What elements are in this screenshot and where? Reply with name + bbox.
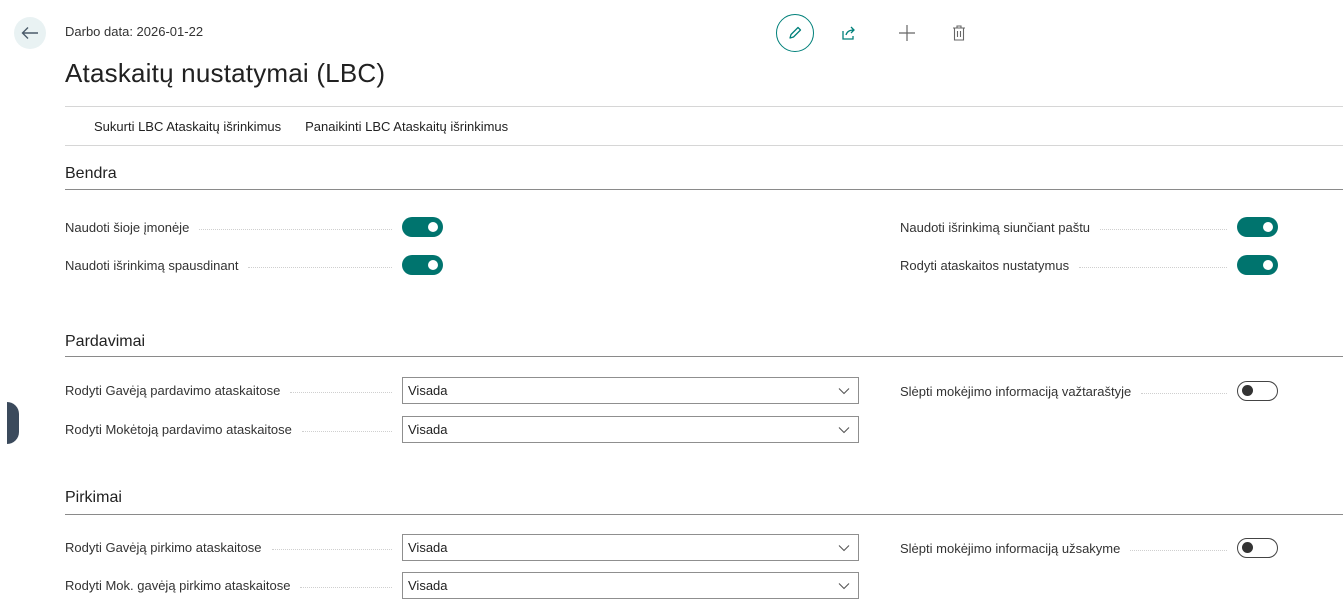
dotted-leader [1079,266,1227,268]
section-title-sales[interactable]: Pardavimai [65,333,145,351]
field-use-in-company: Naudoti šioje įmonėje [65,215,443,239]
dotted-leader [290,392,392,393]
new-button[interactable] [888,14,926,52]
arrow-left-icon [21,27,38,39]
field-use-selection-printing: Naudoti išrinkimą spausdinant [65,253,443,277]
edit-button[interactable] [776,14,814,52]
dotted-leader [248,266,392,268]
sales-show-payer-select[interactable]: Visada [402,416,859,443]
field-label: Naudoti šioje įmonėje [65,219,190,235]
chevron-down-icon [838,582,850,589]
sales-show-recipient-select[interactable]: Visada [402,377,859,404]
sales-hide-payment-info-toggle[interactable] [1237,381,1278,401]
back-button[interactable] [14,17,46,49]
field-label: Rodyti Mokėtoją pardavimo ataskaitose [65,422,292,437]
field-purchases-show-recipient: Rodyti Gavėją pirkimo ataskaitose Visada [65,534,859,561]
select-value: Visada [408,383,448,398]
field-label: Naudoti išrinkimą siunčiant paštu [900,219,1091,235]
delete-button[interactable] [940,14,978,52]
dotted-leader [301,431,392,432]
purchases-show-recipient-select[interactable]: Visada [402,534,859,561]
use-selection-printing-toggle[interactable] [402,255,443,275]
dotted-leader [1130,549,1227,551]
field-purchases-show-pay-recipient: Rodyti Mok. gavėją pirkimo ataskaitose V… [65,572,859,599]
section-title-purchases[interactable]: Pirkimai [65,489,122,507]
dotted-leader [271,549,392,550]
side-panel-tab[interactable] [7,402,19,444]
select-value: Visada [408,422,448,437]
header-divider [65,106,1343,107]
field-label: Rodyti Mok. gavėją pirkimo ataskaitose [65,578,291,593]
pencil-icon [789,26,802,39]
actions-divider [65,145,1343,146]
dotted-leader [300,587,392,588]
select-value: Visada [408,578,448,593]
field-label: Rodyti ataskaitos nustatymus [900,257,1070,273]
field-use-selection-email: Naudoti išrinkimą siunčiant paštu [900,215,1278,239]
field-purchases-hide-payment-info: Slėpti mokėjimo informaciją užsakyme [900,536,1278,560]
plus-icon [899,25,915,41]
page-title: Ataskaitų nustatymai (LBC) [65,58,386,88]
field-sales-show-recipient: Rodyti Gavėją pardavimo ataskaitose Visa… [65,377,859,404]
delete-selections-action[interactable]: Panaikinti LBC Ataskaitų išrinkimus [305,119,508,134]
toolbar [776,14,978,52]
field-label: Rodyti Gavėją pardavimo ataskaitose [65,383,281,398]
use-selection-email-toggle[interactable] [1237,217,1278,237]
purchases-show-pay-recipient-select[interactable]: Visada [402,572,859,599]
dotted-leader [199,228,392,230]
chevron-down-icon [838,544,850,551]
action-bar: Sukurti LBC Ataskaitų išrinkimus Panaiki… [94,119,508,134]
show-report-settings-toggle[interactable] [1237,255,1278,275]
section-divider [65,356,1343,357]
field-label: Slėpti mokėjimo informaciją užsakyme [900,540,1121,556]
field-sales-hide-payment-info: Slėpti mokėjimo informaciją važtaraštyje [900,379,1278,403]
section-divider [65,514,1343,515]
chevron-down-icon [838,387,850,394]
dotted-leader [1100,228,1227,230]
work-date: Darbo data: 2026-01-22 [65,24,204,39]
trash-icon [953,25,965,41]
section-title-general[interactable]: Bendra [65,165,117,183]
chevron-down-icon [838,426,850,433]
purchases-hide-payment-info-toggle[interactable] [1237,538,1278,558]
field-sales-show-payer: Rodyti Mokėtoją pardavimo ataskaitose Vi… [65,416,859,443]
field-label: Naudoti išrinkimą spausdinant [65,257,239,273]
field-label: Rodyti Gavėją pirkimo ataskaitose [65,540,262,555]
use-in-company-toggle[interactable] [402,217,443,237]
create-selections-action[interactable]: Sukurti LBC Ataskaitų išrinkimus [94,119,281,134]
field-show-report-settings: Rodyti ataskaitos nustatymus [900,253,1278,277]
field-label: Slėpti mokėjimo informaciją važtaraštyje [900,383,1132,399]
share-icon [842,26,855,40]
share-button[interactable] [830,14,868,52]
select-value: Visada [408,540,448,555]
dotted-leader [1141,392,1227,394]
section-divider [65,189,1343,190]
